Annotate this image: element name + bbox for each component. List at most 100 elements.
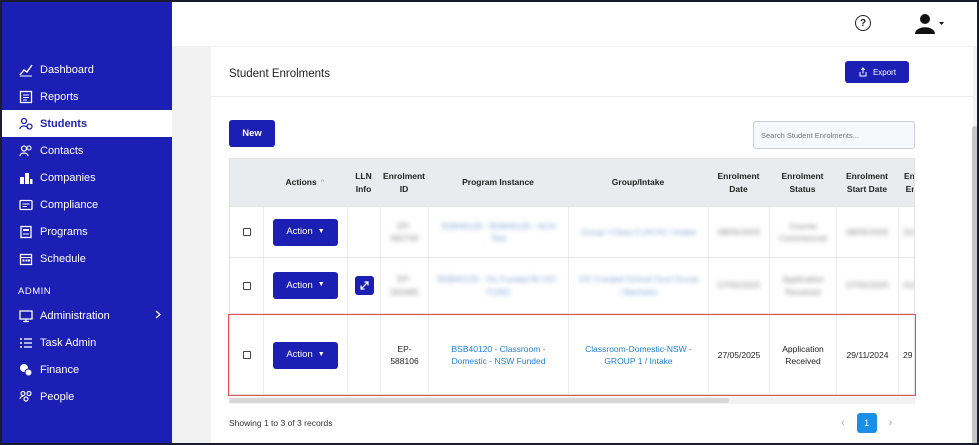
action-button[interactable]: Action ▼: [273, 341, 338, 369]
sidebar-item-label: Students: [40, 117, 88, 130]
table-row: Action ▼ EP- 583485 BSB40120 - Vic Funded …: [230, 257, 914, 313]
enrolment-end-cell: 29: [898, 314, 914, 394]
lln-info-cell: [347, 314, 380, 394]
enrolment-start-date-cell: 08/05/2025: [836, 207, 898, 257]
enrolment-status-cell: Course Commenced: [769, 207, 836, 257]
program-instance-link[interactable]: BSB40120 - Classroom - Domestic - NSW Fun…: [428, 314, 568, 394]
enrolment-id-cell: EP- 588106: [380, 314, 428, 394]
page-title: Student Enrolments: [229, 68, 331, 80]
enrolment-start-date-cell: 07/05/2025: [836, 258, 898, 313]
sidebar-item-label: Administration: [40, 309, 110, 322]
export-button[interactable]: Export: [845, 61, 909, 83]
divider: [211, 96, 973, 97]
building-icon: [18, 170, 34, 186]
header-select: [230, 159, 263, 206]
search-input[interactable]: [753, 121, 915, 149]
new-button[interactable]: New: [229, 120, 275, 147]
calendar-icon: [18, 251, 34, 267]
table-row: Action ▼ EP- 588106 BSB40120 - Classroom -…: [230, 313, 914, 394]
program-instance-link[interactable]: BSB40120 - BSB40120 - ACH Test: [428, 207, 568, 257]
table-header: Actions ^ LLN Info Enrolment ID Program In…: [230, 159, 915, 206]
sidebar-item-label: People: [40, 390, 75, 403]
user-menu[interactable]: [914, 12, 946, 36]
sidebar-item-label: Finance: [40, 363, 80, 376]
sidebar-item-task-admin[interactable]: Task Admin: [2, 329, 172, 356]
header-enrolment-end: EnrEn: [904, 170, 915, 194]
enrolment-date-cell: 07/05/2025: [708, 258, 769, 313]
sidebar-item-compliance[interactable]: Compliance: [2, 191, 172, 218]
programs-icon: [18, 224, 34, 240]
enrolment-status-cell: Application Received: [769, 258, 836, 313]
sidebar-item-contacts[interactable]: Contacts: [2, 137, 172, 164]
people-icon: [18, 389, 34, 405]
prev-page-icon[interactable]: ‹: [841, 417, 845, 429]
enrolment-start-date-cell: 29/11/2024: [836, 314, 898, 394]
scrollbar-thumb[interactable]: [229, 398, 729, 403]
chart-line-icon: [18, 62, 34, 78]
action-button[interactable]: Action ▼: [273, 218, 338, 246]
enrolment-end-cell: 31/0: [898, 207, 914, 257]
sidebar-item-dashboard[interactable]: Dashboard: [2, 56, 172, 83]
sidebar-item-label: Schedule: [40, 252, 86, 265]
sidebar-item-label: Dashboard: [40, 63, 94, 76]
sidebar-item-schedule[interactable]: Schedule: [2, 245, 172, 272]
sidebar-item-administration[interactable]: Administration: [2, 302, 172, 329]
row-checkbox[interactable]: [242, 228, 251, 236]
pagination: ‹ 1 ›: [841, 413, 892, 433]
horizontal-scrollbar[interactable]: [229, 397, 915, 404]
header-enrolment-id: Enrolment ID: [382, 170, 426, 194]
group-intake-link[interactable]: Classroom-Domestic-NSW - GROUP 1 / Intake: [568, 314, 708, 394]
next-page-icon[interactable]: ›: [889, 417, 893, 429]
sidebar-item-reports[interactable]: Reports: [2, 83, 172, 110]
coins-icon: [18, 362, 34, 378]
lln-info-cell: [347, 207, 380, 257]
expand-icon[interactable]: [354, 276, 374, 295]
vertical-scrollbar[interactable]: [972, 126, 977, 443]
app-window: Dashboard Reports Students Contacts Comp…: [0, 0, 979, 445]
report-icon: [18, 89, 34, 105]
sidebar-item-label: Compliance: [40, 198, 99, 211]
students-icon: [18, 116, 34, 132]
enrolments-card: Student Enrolments Export New Actions ^ …: [211, 47, 973, 443]
contacts-icon: [18, 143, 34, 159]
sidebar-nav: Dashboard Reports Students Contacts Comp…: [2, 56, 172, 410]
top-bar: ?: [172, 2, 977, 46]
row-checkbox[interactable]: [242, 281, 251, 290]
enrolments-table: Actions ^ LLN Info Enrolment ID Program In…: [229, 158, 915, 395]
sidebar-item-programs[interactable]: Programs: [2, 218, 172, 245]
sidebar-item-people[interactable]: People: [2, 383, 172, 410]
enrolment-end-cell: 31/0: [898, 258, 914, 313]
export-icon: [859, 67, 867, 77]
sidebar-item-companies[interactable]: Companies: [2, 164, 172, 191]
enrolment-status-cell: Application Received: [769, 314, 836, 394]
sidebar-item-label: Companies: [40, 171, 96, 184]
user-avatar-icon: [915, 14, 944, 34]
header-actions[interactable]: Actions ^: [263, 159, 347, 206]
sidebar-item-finance[interactable]: Finance: [2, 356, 172, 383]
caret-down-icon: ▼: [317, 350, 325, 358]
export-label: Export: [872, 67, 897, 77]
sidebar-item-students[interactable]: Students: [2, 110, 172, 137]
sidebar-item-label: Programs: [40, 225, 88, 238]
group-intake-link[interactable]: Group / Class 5 (ACH) / Intake: [568, 207, 708, 257]
page-1-button[interactable]: 1: [856, 413, 877, 433]
row-checkbox[interactable]: [242, 351, 251, 359]
table-row: Action ▼ EP- 582745 BSB40120 - BSB40120 - …: [230, 206, 914, 257]
monitor-icon: [18, 308, 34, 324]
group-intake-link[interactable]: VIC Funded School Govt Group / Bachelor: [568, 258, 708, 313]
lln-info-cell: [347, 258, 380, 313]
caret-down-icon: ▼: [317, 281, 325, 289]
header-enrolment-start-date: Enrolment Start Date: [845, 170, 889, 194]
header-enrolment-date: Enrolment Date: [717, 170, 760, 194]
help-icon[interactable]: ?: [855, 15, 871, 31]
action-button[interactable]: Action ▼: [273, 272, 338, 299]
records-count: Showing 1 to 3 of 3 records: [229, 418, 333, 428]
header-lln-info: LLN Info: [355, 170, 372, 194]
enrolment-date-cell: 08/05/2025: [708, 207, 769, 257]
id-card-icon: [18, 197, 34, 213]
sidebar-item-label: Reports: [40, 90, 79, 103]
sidebar-item-label: Contacts: [40, 144, 84, 157]
program-instance-link[interactable]: BSB40120 - Vic Funded BI-VIC- FUND: [428, 258, 568, 313]
header-enrolment-status: Enrolment Status: [781, 170, 824, 194]
list-icon: [18, 335, 34, 351]
